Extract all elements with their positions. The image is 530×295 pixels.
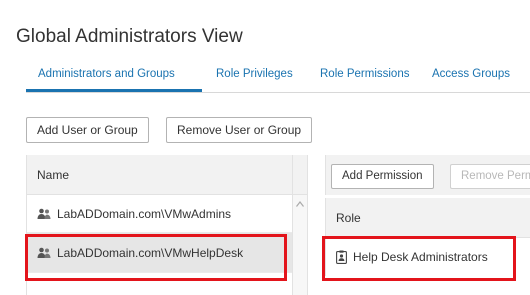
tab-divider [26,92,530,93]
table-scrollbar[interactable] [292,195,307,295]
add-permission-button[interactable]: Add Permission [331,164,434,189]
role-name: Help Desk Administrators [353,250,488,264]
tab-administrators-and-groups[interactable]: Administrators and Groups [38,68,175,80]
role-column-header[interactable]: Role [325,198,530,238]
tab-access-groups[interactable]: Access Groups [432,68,510,80]
scroll-up-arrow-icon[interactable] [296,201,304,207]
row-name: LabADDomain.com\VMwAdmins [57,207,232,221]
administrators-table: Name LabADDomain.com\VMwAdmins LabADDoma… [26,155,308,295]
add-user-or-group-button[interactable]: Add User or Group [26,117,149,143]
tab-bar: Administrators and Groups Role Privilege… [26,62,530,94]
permissions-toolbar: Add Permission Remove Permission [325,155,530,195]
role-badge-icon [336,250,347,264]
user-group-icon [37,247,51,258]
name-column-header[interactable]: Name [27,155,292,195]
row-name: LabADDomain.com\VMwHelpDesk [57,246,244,260]
table-row[interactable]: LabADDomain.com\VMwAdmins [27,195,292,233]
page-title: Global Administrators View [16,26,243,47]
permissions-panel: Add Permission Remove Permission Role He… [325,155,530,295]
table-row[interactable]: Help Desk Administrators [325,238,530,276]
header-scroll-spacer [292,155,307,195]
remove-user-or-group-button[interactable]: Remove User or Group [166,117,313,143]
remove-permission-button[interactable]: Remove Permission [450,164,530,189]
table-row-selected[interactable]: LabADDomain.com\VMwHelpDesk [27,233,292,273]
tab-role-privileges[interactable]: Role Privileges [216,68,293,80]
user-group-icon [37,208,51,219]
tab-role-permissions[interactable]: Role Permissions [320,68,409,80]
